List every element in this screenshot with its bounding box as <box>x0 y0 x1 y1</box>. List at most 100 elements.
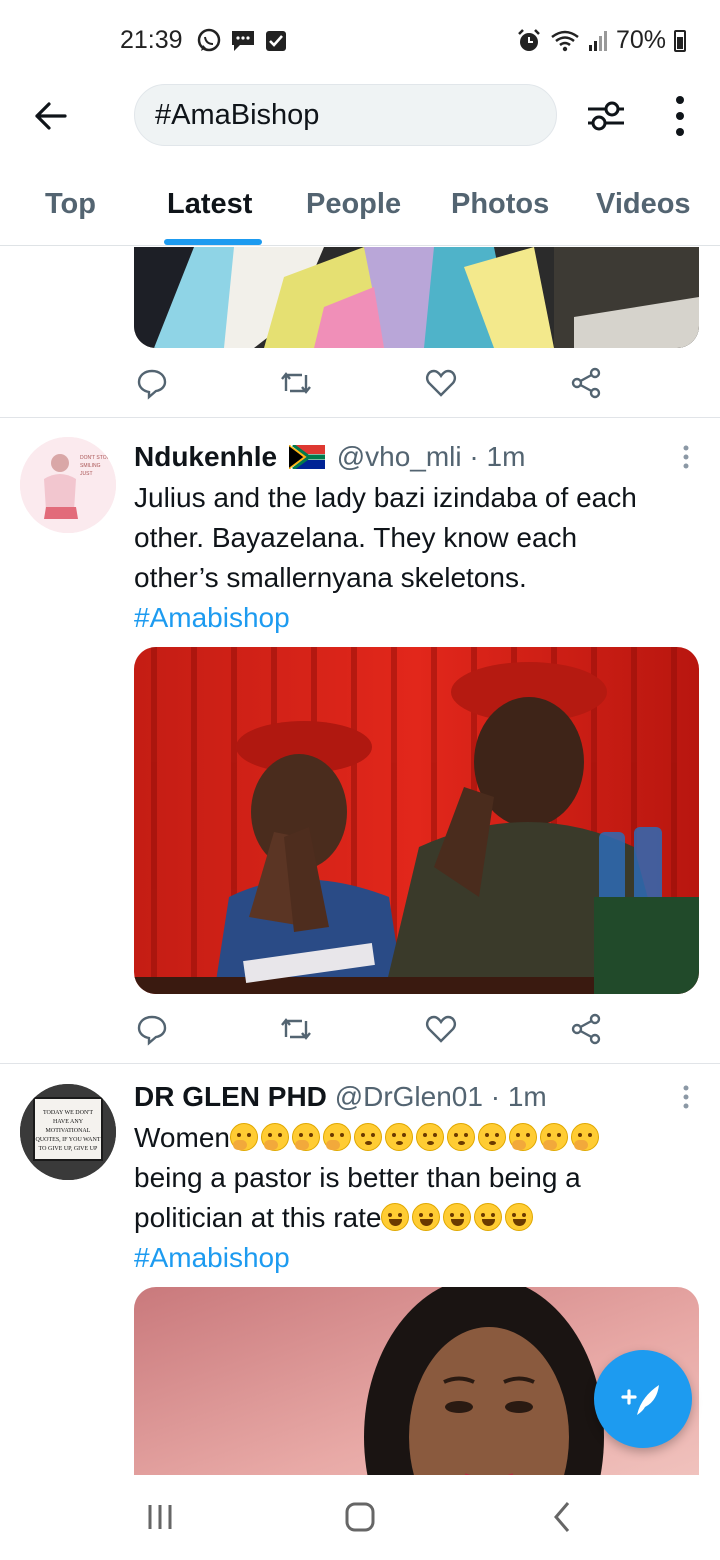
face-with-hand-over-mouth-emoji <box>229 1123 258 1151</box>
flushed-face-emoji <box>384 1123 413 1151</box>
tweet-actions-previous <box>134 365 614 405</box>
tweet-text-line: being a pastor is better than being a <box>134 1162 581 1193</box>
check-icon <box>266 31 286 51</box>
avatar[interactable]: DON'T STOP SMILING JUST <box>20 437 116 533</box>
compose-tweet-icon <box>621 1385 659 1415</box>
tweet-feed[interactable]: DON'T STOP SMILING JUST Ndukenhle @vho_m… <box>0 247 720 1475</box>
svg-text:QUOTES, IF YOU WANT: QUOTES, IF YOU WANT <box>36 1137 101 1143</box>
signal-icon <box>588 30 607 51</box>
tweet-text: Women being a pastor is better than bein… <box>134 1118 694 1278</box>
retweet-icon[interactable] <box>278 1011 314 1047</box>
whatsapp-icon <box>197 28 221 52</box>
wifi-icon <box>551 30 579 51</box>
share-icon[interactable] <box>568 1011 604 1047</box>
like-icon[interactable] <box>423 365 459 401</box>
face-with-hand-over-mouth-emoji <box>322 1123 351 1151</box>
tab-people[interactable]: People <box>306 188 401 221</box>
flushed-face-emoji <box>353 1123 382 1151</box>
svg-text:DON'T STOP: DON'T STOP <box>80 455 111 461</box>
status-notification-icons <box>196 28 288 54</box>
status-time: 21:39 <box>120 26 183 54</box>
username[interactable]: @vho_mli <box>337 441 462 472</box>
tab-latest[interactable]: Latest <box>167 188 252 221</box>
more-vertical-icon <box>676 96 684 136</box>
flushed-face-emoji <box>446 1123 475 1151</box>
search-query: #AmaBishop <box>155 98 320 131</box>
avatar[interactable]: TODAY WE DON'T HAVE ANY MOTIVATIONAL QUO… <box>20 1084 116 1180</box>
back-icon[interactable] <box>540 1495 584 1539</box>
separator-dot: · <box>469 441 479 472</box>
share-icon[interactable] <box>568 365 604 401</box>
search-header: #AmaBishop <box>0 80 720 152</box>
home-icon[interactable] <box>338 1495 382 1539</box>
tweet-text-line: other’s smallernyana skeletons. <box>134 562 527 593</box>
reply-icon[interactable] <box>134 365 170 401</box>
tab-videos[interactable]: Videos <box>596 188 691 221</box>
alarm-icon <box>518 28 540 51</box>
tweet-text-line: Julius and the lady bazi izindaba of eac… <box>134 482 637 513</box>
rolling-on-floor-laughing-emoji <box>474 1203 503 1231</box>
flushed-face-emoji <box>477 1123 506 1151</box>
display-name[interactable]: DR GLEN PHD <box>134 1081 327 1112</box>
active-tab-indicator <box>164 239 262 245</box>
svg-text:TODAY WE DON'T: TODAY WE DON'T <box>43 1110 93 1116</box>
search-filter-button[interactable] <box>582 92 630 140</box>
filter-icon <box>588 101 624 131</box>
rolling-on-floor-laughing-emoji <box>505 1203 534 1231</box>
system-navigation-bar <box>0 1475 720 1560</box>
rolling-on-floor-laughing-emoji <box>381 1203 410 1231</box>
face-with-hand-over-mouth-emoji <box>291 1123 320 1151</box>
tweet-header: DR GLEN PHD @DrGlen01 · 1m <box>134 1081 547 1113</box>
tweet-divider <box>0 1063 720 1064</box>
tweet-text-fragment: politician at this rate <box>134 1202 382 1233</box>
tweet-text: Julius and the lady bazi izindaba of eac… <box>134 478 694 638</box>
recent-apps-icon[interactable] <box>138 1495 182 1539</box>
tweet-menu-icon[interactable] <box>676 443 696 475</box>
message-icon <box>232 31 254 51</box>
back-button[interactable] <box>26 92 74 140</box>
tab-photos[interactable]: Photos <box>451 188 549 221</box>
face-with-hand-over-mouth-emoji <box>508 1123 537 1151</box>
svg-text:JUST: JUST <box>80 471 93 477</box>
face-with-hand-over-mouth-emoji <box>539 1123 568 1151</box>
username[interactable]: @DrGlen01 <box>335 1081 483 1112</box>
svg-text:TO GIVE UP, GIVE UP: TO GIVE UP, GIVE UP <box>39 1146 98 1152</box>
tweet-text-line: politician at this rate <box>134 1198 694 1238</box>
status-bar: 21:39 70% <box>0 0 720 80</box>
battery-percent: 70% <box>615 26 666 54</box>
svg-text:MOTIVATIONAL: MOTIVATIONAL <box>46 1128 91 1134</box>
timestamp[interactable]: 1m <box>508 1081 547 1112</box>
hashtag-link[interactable]: #Amabishop <box>134 598 694 638</box>
south-africa-flag-icon <box>288 443 326 471</box>
more-options-button[interactable] <box>660 92 700 140</box>
battery-icon <box>674 29 686 52</box>
retweet-icon[interactable] <box>278 365 314 401</box>
tweet-image-previous[interactable] <box>134 247 699 348</box>
face-with-hand-over-mouth-emoji <box>570 1123 599 1151</box>
flushed-face-emoji <box>415 1123 444 1151</box>
face-with-hand-over-mouth-emoji <box>260 1123 289 1151</box>
separator-dot: · <box>490 1081 501 1112</box>
hashtag-link[interactable]: #Amabishop <box>134 1238 694 1278</box>
status-system-icons: 70% <box>516 26 686 55</box>
rolling-on-floor-laughing-emoji <box>412 1203 441 1231</box>
tweet-text-line: Women <box>134 1118 694 1158</box>
svg-text:HAVE ANY: HAVE ANY <box>53 1119 84 1125</box>
timestamp[interactable]: 1m <box>487 441 526 472</box>
tweet-actions <box>134 1011 614 1051</box>
tweet-text-fragment: Women <box>134 1122 230 1153</box>
tweet-text-line: other. Bayazelana. They know each <box>134 522 578 553</box>
tweet-header: Ndukenhle @vho_mli · 1m <box>134 441 525 473</box>
display-name[interactable]: Ndukenhle <box>134 441 277 472</box>
compose-tweet-button[interactable] <box>594 1350 692 1448</box>
search-tabs: Top Latest People Photos Videos <box>0 166 720 246</box>
tweet-menu-icon[interactable] <box>676 1083 696 1115</box>
reply-icon[interactable] <box>134 1011 170 1047</box>
tweet-divider <box>0 417 720 418</box>
tab-top[interactable]: Top <box>45 188 96 221</box>
tweet-image[interactable] <box>134 647 699 994</box>
search-input[interactable]: #AmaBishop <box>134 84 557 146</box>
svg-text:SMILING: SMILING <box>80 463 101 469</box>
like-icon[interactable] <box>423 1011 459 1047</box>
rolling-on-floor-laughing-emoji <box>443 1203 472 1231</box>
